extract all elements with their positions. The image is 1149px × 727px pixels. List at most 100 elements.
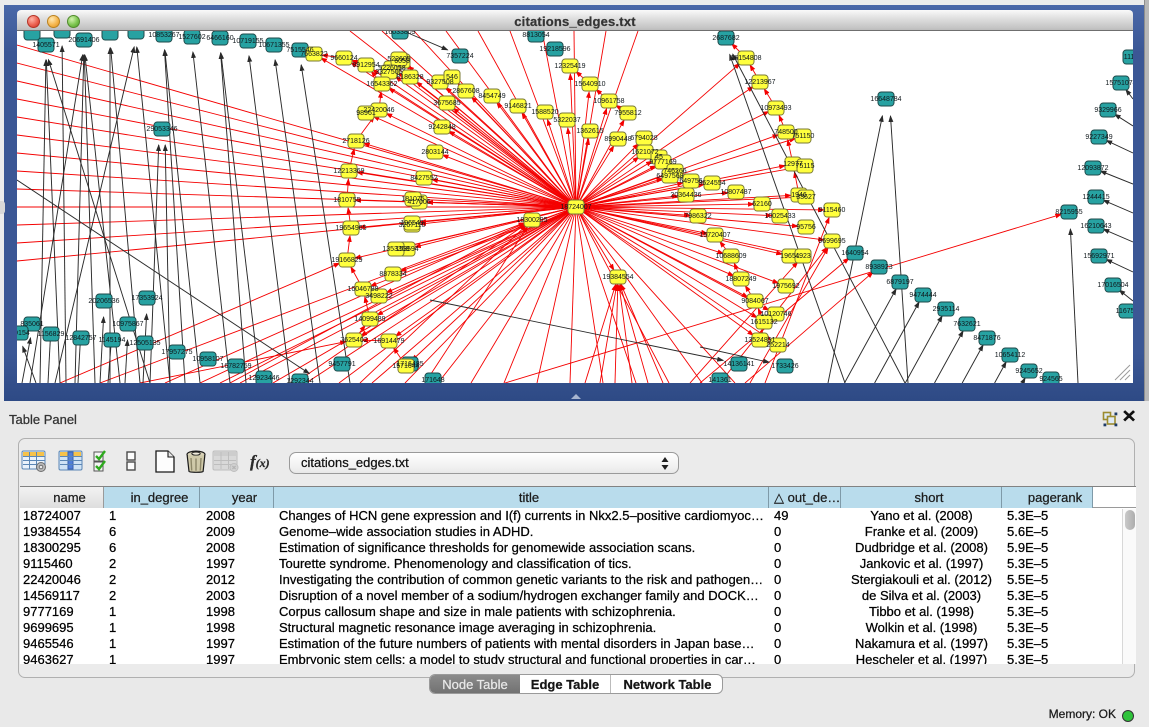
svg-text:9457791: 9457791 bbox=[328, 361, 355, 368]
svg-text:4923: 4923 bbox=[795, 253, 811, 260]
svg-text:3675685: 3675685 bbox=[433, 100, 460, 107]
svg-text:7625402: 7625402 bbox=[340, 337, 367, 344]
svg-text:116753: 116753 bbox=[1116, 308, 1133, 315]
svg-text:835061: 835061 bbox=[20, 321, 43, 328]
svg-text:8813054: 8813054 bbox=[522, 32, 549, 39]
svg-text:16543362: 16543362 bbox=[366, 81, 397, 88]
svg-text:39154: 39154 bbox=[17, 330, 30, 337]
svg-text:98961: 98961 bbox=[356, 110, 376, 117]
svg-text:12923446: 12923446 bbox=[248, 375, 279, 382]
svg-text:17957275: 17957275 bbox=[161, 349, 192, 356]
svg-text:10671355: 10671355 bbox=[258, 42, 289, 49]
svg-text:9660124: 9660124 bbox=[330, 55, 357, 62]
svg-text:2687682: 2687682 bbox=[712, 35, 739, 42]
svg-text:171648: 171648 bbox=[421, 377, 444, 383]
svg-text:1405571: 1405571 bbox=[32, 42, 59, 49]
svg-text:19218596: 19218596 bbox=[539, 46, 570, 53]
svg-text:8427552: 8427552 bbox=[410, 175, 437, 182]
svg-text:1527602: 1527602 bbox=[178, 34, 205, 41]
svg-text:17016504: 17016504 bbox=[1097, 282, 1128, 289]
svg-text:19384554: 19384554 bbox=[602, 274, 633, 281]
svg-text:6466160: 6466160 bbox=[206, 35, 233, 42]
svg-text:7357224: 7357224 bbox=[446, 53, 473, 60]
svg-text:751150: 751150 bbox=[792, 133, 815, 140]
svg-text:12325419: 12325419 bbox=[554, 63, 585, 70]
svg-text:924565: 924565 bbox=[1039, 376, 1062, 383]
svg-text:9242848: 9242848 bbox=[428, 124, 455, 131]
svg-text:1353359: 1353359 bbox=[382, 246, 409, 253]
svg-text:2718126: 2718126 bbox=[342, 138, 369, 145]
svg-text:15720407: 15720407 bbox=[699, 232, 730, 239]
svg-text:8878334: 8878334 bbox=[379, 271, 406, 278]
svg-text:95756: 95756 bbox=[796, 224, 816, 231]
svg-text:10958107: 10958107 bbox=[192, 356, 223, 363]
svg-text:15751074: 15751074 bbox=[1105, 80, 1133, 87]
svg-text:1571644: 1571644 bbox=[392, 363, 419, 370]
svg-text:9084067: 9084067 bbox=[741, 298, 768, 305]
svg-text:1292344: 1292344 bbox=[286, 378, 313, 383]
svg-text:12213369: 12213369 bbox=[333, 168, 364, 175]
svg-text:19654965: 19654965 bbox=[335, 225, 366, 232]
svg-text:9699695: 9699695 bbox=[818, 238, 845, 245]
svg-text:7632621: 7632621 bbox=[953, 321, 980, 328]
svg-text:522605: 522605 bbox=[387, 56, 410, 63]
svg-text:18300295: 18300295 bbox=[516, 217, 547, 224]
svg-text:18807249: 18807249 bbox=[725, 276, 756, 283]
svg-text:9227349: 9227349 bbox=[1085, 134, 1112, 141]
svg-text:17353924: 17353924 bbox=[131, 295, 162, 302]
svg-text:8215955: 8215955 bbox=[1055, 209, 1082, 216]
svg-text:15640910: 15640910 bbox=[574, 81, 605, 88]
svg-text:10120746: 10120746 bbox=[760, 311, 791, 318]
svg-text:29053346: 29053346 bbox=[146, 126, 177, 133]
svg-text:10961758: 10961758 bbox=[593, 98, 624, 105]
svg-text:18724007: 18724007 bbox=[560, 204, 591, 211]
svg-text:1640954: 1640954 bbox=[841, 250, 868, 257]
svg-text:10688609: 10688609 bbox=[715, 253, 746, 260]
svg-text:2935114: 2935114 bbox=[933, 306, 960, 313]
svg-text:8912954: 8912954 bbox=[352, 62, 379, 69]
svg-text:1244415: 1244415 bbox=[1082, 194, 1109, 201]
svg-text:16046788: 16046788 bbox=[347, 286, 378, 293]
svg-text:546: 546 bbox=[446, 74, 458, 81]
svg-text:14136141: 14136141 bbox=[723, 361, 754, 368]
svg-text:10973493: 10973493 bbox=[760, 105, 791, 112]
svg-text:181075: 181075 bbox=[401, 196, 424, 203]
svg-text:16154808: 16154808 bbox=[730, 55, 761, 62]
svg-text:12505135: 12505135 bbox=[129, 340, 160, 347]
svg-text:1362615: 1362615 bbox=[576, 128, 603, 135]
svg-text:20364436: 20364436 bbox=[670, 192, 701, 199]
svg-text:8938923: 8938923 bbox=[865, 264, 892, 271]
svg-text:15692971: 15692971 bbox=[1083, 253, 1114, 260]
svg-text:20206536: 20206536 bbox=[88, 298, 119, 305]
svg-text:141361: 141361 bbox=[708, 377, 731, 383]
svg-text:8471876: 8471876 bbox=[973, 335, 1000, 342]
svg-text:16782759: 16782759 bbox=[220, 363, 251, 370]
svg-text:9329966: 9329966 bbox=[1094, 107, 1121, 114]
svg-text:3624554: 3624554 bbox=[698, 180, 725, 187]
svg-text:1615132: 1615132 bbox=[750, 319, 777, 326]
svg-text:33627: 33627 bbox=[796, 194, 816, 201]
svg-text:1145194: 1145194 bbox=[99, 337, 126, 344]
svg-text:75115: 75115 bbox=[796, 163, 815, 170]
svg-text:12842757: 12842757 bbox=[65, 335, 96, 342]
svg-text:1588520: 1588520 bbox=[531, 109, 558, 116]
svg-text:20691406: 20691406 bbox=[68, 37, 99, 44]
svg-text:8454749: 8454749 bbox=[478, 93, 505, 100]
svg-text:1975692: 1975692 bbox=[772, 283, 799, 290]
svg-text:1112: 1112 bbox=[1124, 54, 1133, 61]
svg-text:10975867: 10975867 bbox=[112, 321, 143, 328]
svg-text:6879197: 6879197 bbox=[886, 279, 913, 286]
svg-text:16648784: 16648784 bbox=[870, 96, 901, 103]
svg-text:252214: 252214 bbox=[766, 342, 789, 349]
svg-text:7955812: 7955812 bbox=[614, 110, 641, 117]
svg-text:9115460: 9115460 bbox=[819, 207, 846, 214]
svg-text:10853267: 10853267 bbox=[148, 32, 179, 39]
svg-text:16033809: 16033809 bbox=[384, 31, 415, 36]
svg-text:1810755: 1810755 bbox=[333, 197, 360, 204]
svg-text:10654112: 10654112 bbox=[995, 352, 1026, 359]
svg-text:62160: 62160 bbox=[752, 201, 772, 208]
svg-text:19166829: 19166829 bbox=[331, 257, 362, 264]
svg-text:10025433: 10025433 bbox=[764, 213, 795, 220]
svg-text:6794028: 6794028 bbox=[630, 135, 657, 142]
svg-text:5322037: 5322037 bbox=[553, 117, 580, 124]
